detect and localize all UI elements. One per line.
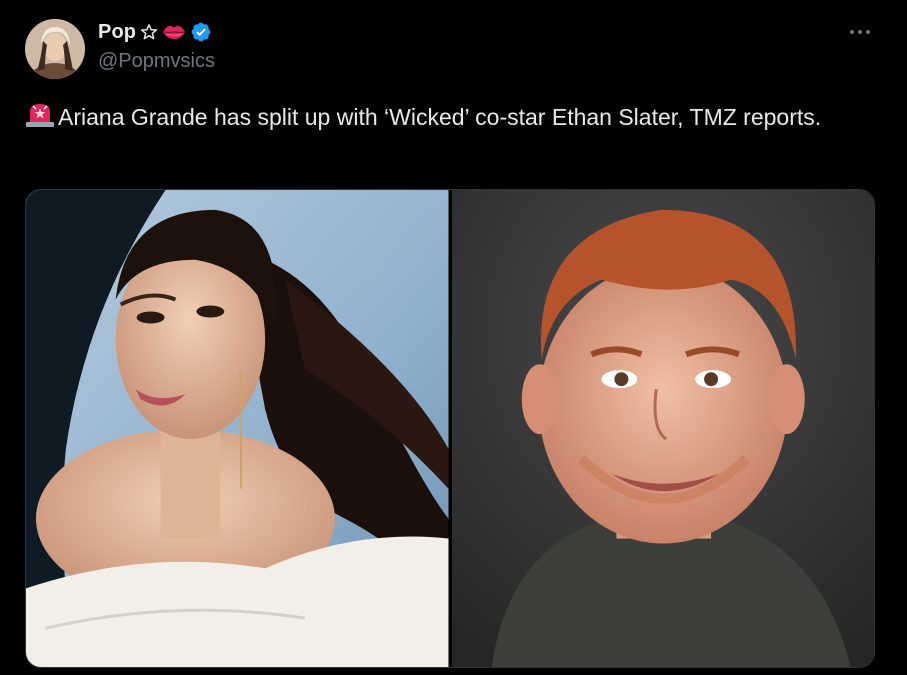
more-horizontal-icon <box>850 30 870 34</box>
photo-right[interactable] <box>451 190 874 667</box>
verified-badge-icon[interactable] <box>190 21 212 43</box>
photo-left[interactable] <box>26 190 449 667</box>
name-row: Pop <box>98 20 215 44</box>
tweet-body-text: Ariana Grande has split up with ‘Wicked’… <box>58 104 822 130</box>
handle[interactable]: @Popmvsics <box>98 50 215 73</box>
tweet-text: Ariana Grande has split up with ‘Wicked’… <box>25 100 865 136</box>
more-button[interactable] <box>846 22 874 42</box>
avatar[interactable] <box>25 19 85 79</box>
lips-icon <box>162 23 186 41</box>
media-grid <box>25 189 875 668</box>
display-name[interactable]: Pop <box>98 21 136 44</box>
tweet[interactable]: Pop @Popmvsics Ariana Grande has split u… <box>0 0 907 675</box>
star-outline-icon <box>140 23 158 41</box>
siren-icon <box>25 100 55 136</box>
user-block: Pop @Popmvsics <box>98 20 215 73</box>
